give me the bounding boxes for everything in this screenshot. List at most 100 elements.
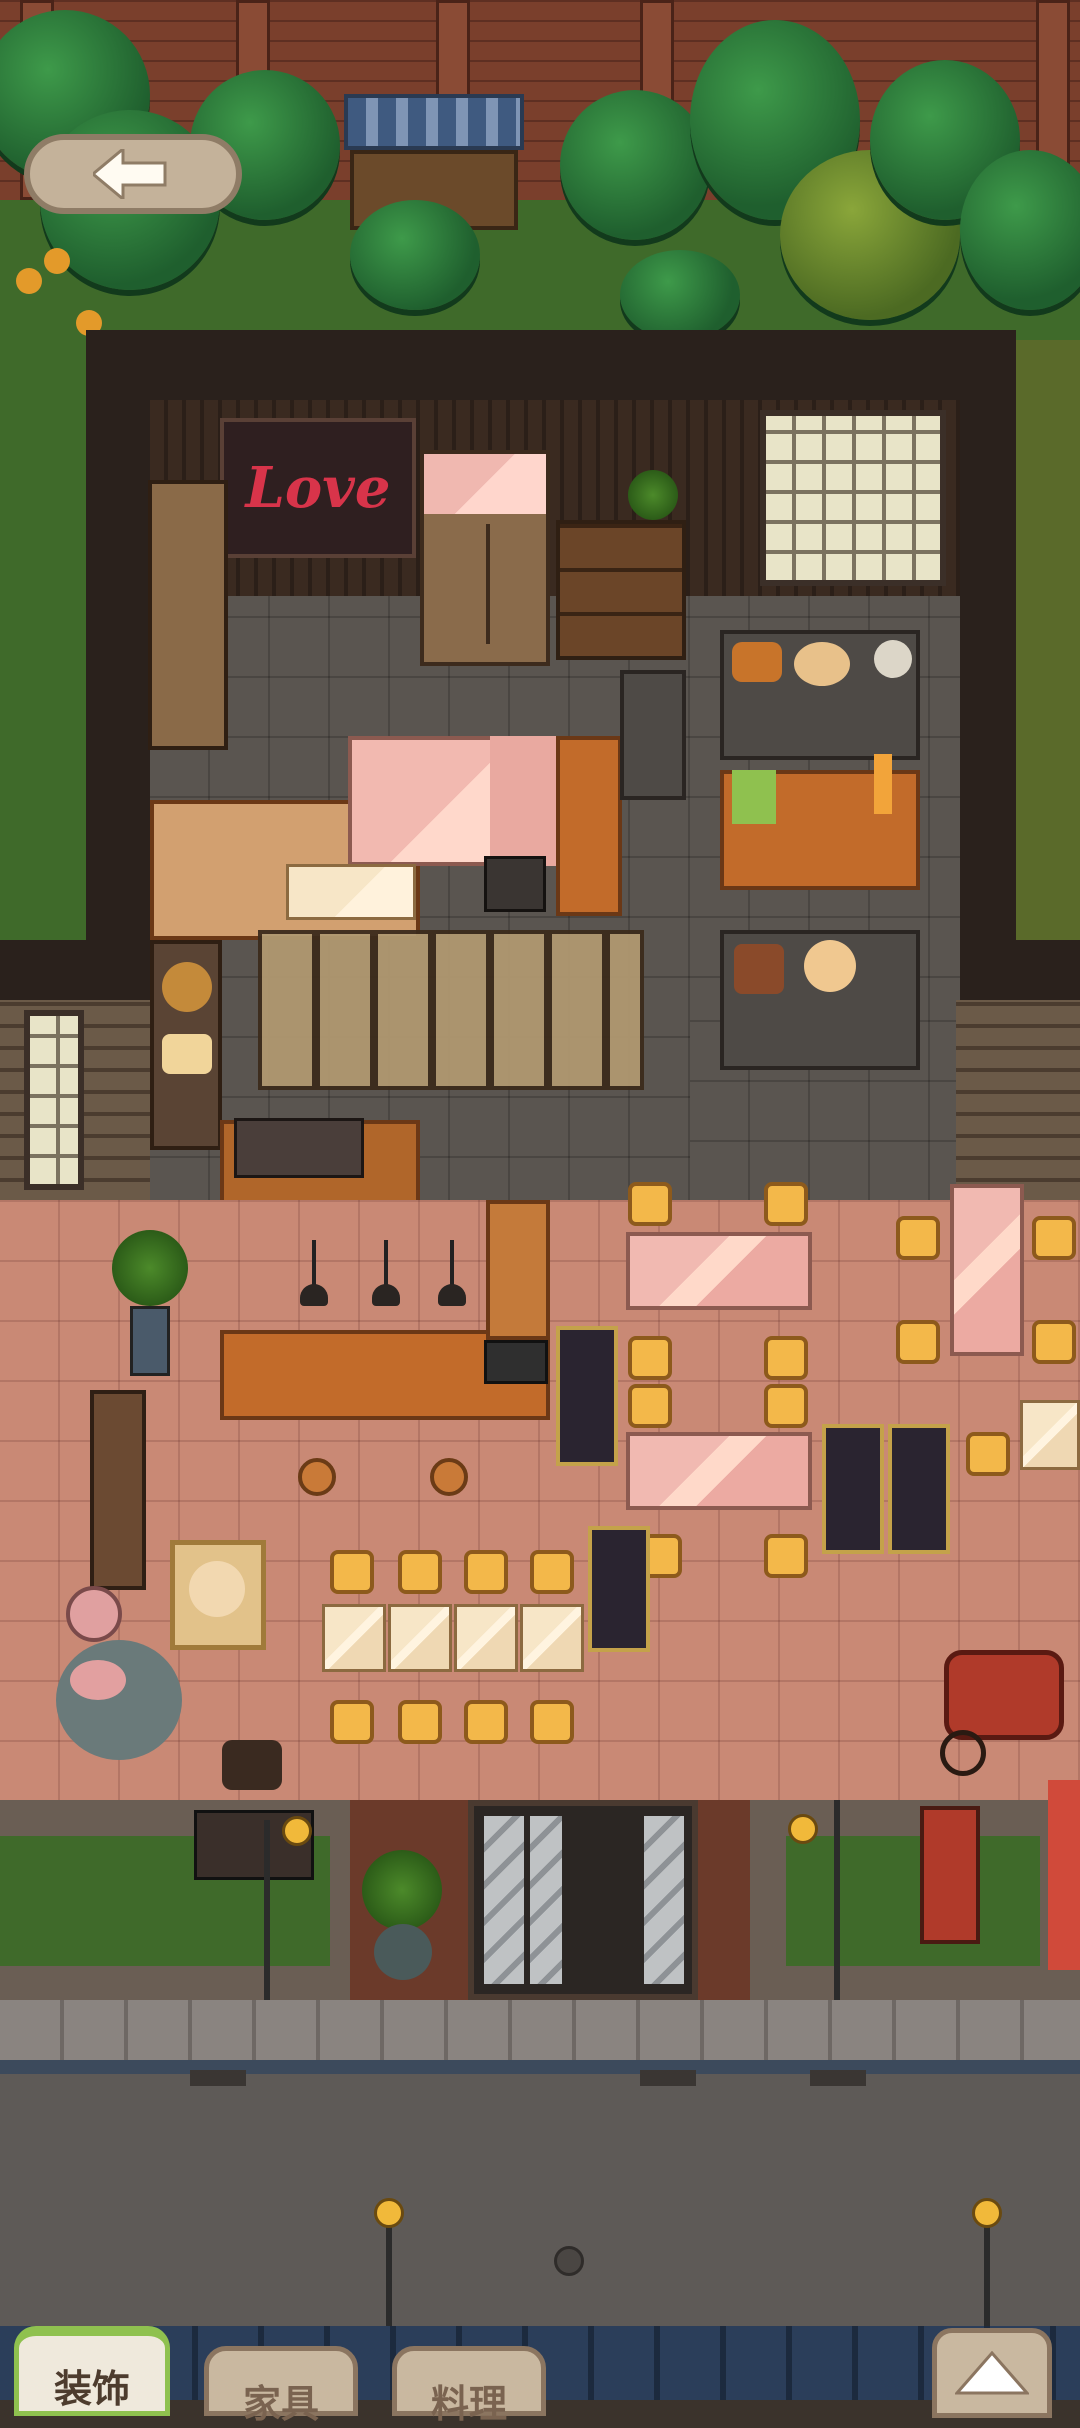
pendant-lamp-cord [312, 1240, 316, 1290]
dessert-station[interactable] [720, 930, 920, 1070]
chair[interactable] [464, 1700, 508, 1744]
wall-shelf[interactable] [90, 1390, 146, 1590]
pendant-lamp [300, 1284, 328, 1306]
back-button[interactable] [24, 134, 242, 214]
dining-table[interactable] [454, 1604, 518, 1672]
street-lamp-pole [834, 1800, 840, 2000]
arrow-left-icon [93, 149, 167, 199]
door-glass [640, 1812, 688, 1988]
cat-bed [70, 1660, 126, 1700]
chair[interactable] [330, 1550, 374, 1594]
vending-machine[interactable] [1048, 1780, 1080, 1970]
stove[interactable] [620, 670, 686, 800]
tree [620, 250, 740, 340]
chair[interactable] [398, 1700, 442, 1744]
rose-candle-stand[interactable] [888, 1424, 950, 1554]
chair[interactable] [1032, 1216, 1076, 1260]
bar-stool[interactable] [430, 1458, 468, 1496]
plant-pot [374, 1924, 432, 1980]
plant-pot [130, 1306, 170, 1376]
market-awning [344, 94, 524, 150]
chair[interactable] [764, 1336, 808, 1380]
tab-cooking[interactable]: 料理 [392, 2346, 546, 2426]
tree [560, 90, 710, 240]
street-lamp [788, 1814, 818, 1844]
chair[interactable] [464, 1550, 508, 1594]
side-window [24, 1010, 84, 1190]
side-wall [956, 1000, 1080, 1200]
dining-table-pink[interactable] [626, 1432, 812, 1510]
cup-shelf[interactable] [486, 1200, 550, 1340]
chair[interactable] [764, 1534, 808, 1578]
chair[interactable] [1032, 1320, 1076, 1364]
chair[interactable] [628, 1336, 672, 1380]
tab-label: 装饰 [53, 2367, 130, 2411]
cutting-board [286, 864, 416, 920]
tab-decoration[interactable]: 装饰 [14, 2326, 170, 2416]
cash-register[interactable] [484, 1340, 548, 1384]
sunflower [44, 248, 70, 274]
cat-tree-top[interactable] [66, 1586, 122, 1642]
pink-counter [490, 736, 556, 866]
chair[interactable] [628, 1182, 672, 1226]
carriage-wheel [940, 1730, 986, 1776]
tab-label: 家具 [242, 2382, 319, 2426]
storage-shelf[interactable] [150, 940, 222, 1150]
dining-table[interactable] [520, 1604, 584, 1672]
chair[interactable] [896, 1216, 940, 1260]
sink-counter[interactable] [556, 736, 622, 916]
dining-table-pink[interactable] [950, 1184, 1024, 1356]
drain-grate [810, 2070, 866, 2086]
dining-table[interactable] [322, 1604, 386, 1672]
kitchen-window [760, 410, 946, 586]
tab-furniture[interactable]: 家具 [204, 2346, 358, 2426]
drink-station[interactable] [720, 754, 920, 890]
love-neon-sign[interactable]: Love [220, 418, 416, 558]
dining-table-pink[interactable] [626, 1232, 812, 1310]
potted-plant [112, 1230, 188, 1306]
rose-candle-stand[interactable] [556, 1326, 618, 1466]
refrigerator[interactable] [420, 450, 550, 666]
tab-label: 料理 [430, 2382, 507, 2426]
bread-station[interactable] [720, 630, 920, 760]
chair[interactable] [966, 1432, 1010, 1476]
drain-grate [190, 2070, 246, 2086]
potted-plant [628, 470, 678, 520]
wall-shelf[interactable] [148, 480, 228, 750]
pendant-lamp-cord [450, 1240, 454, 1290]
pendant-lamp [372, 1284, 400, 1306]
street-lamp [282, 1816, 312, 1846]
drawer-cabinet[interactable] [556, 520, 686, 660]
chair[interactable] [896, 1320, 940, 1364]
rose-candle-stand[interactable] [822, 1424, 884, 1554]
red-carriage[interactable] [944, 1650, 1064, 1740]
cat[interactable] [222, 1740, 282, 1790]
door-glass [480, 1812, 528, 1988]
toaster[interactable] [484, 856, 546, 912]
street-lamp [972, 2198, 1002, 2228]
planter-bed [786, 1836, 1040, 1966]
tree [350, 200, 480, 310]
expand-panel-button[interactable] [932, 2328, 1052, 2418]
drain-grate [640, 2070, 696, 2086]
street-lamp [374, 2198, 404, 2228]
street [0, 2074, 1080, 2334]
chair[interactable] [764, 1384, 808, 1428]
dog-bed[interactable] [170, 1540, 266, 1650]
folding-screen[interactable] [258, 930, 644, 1090]
rose-candle-stand[interactable] [588, 1526, 650, 1652]
chair[interactable] [530, 1550, 574, 1594]
chair[interactable] [628, 1384, 672, 1428]
door-glass [526, 1812, 566, 1988]
red-mailbox[interactable] [920, 1806, 980, 1944]
street-lamp-pole [984, 2220, 990, 2330]
chair[interactable] [330, 1700, 374, 1744]
dining-table[interactable] [388, 1604, 452, 1672]
chair[interactable] [530, 1700, 574, 1744]
street-lamp-pole [386, 2220, 392, 2330]
chair[interactable] [398, 1550, 442, 1594]
bar-stool[interactable] [298, 1458, 336, 1496]
dining-table[interactable] [1020, 1400, 1080, 1470]
cat-tree-base [56, 1640, 182, 1760]
chair[interactable] [764, 1182, 808, 1226]
